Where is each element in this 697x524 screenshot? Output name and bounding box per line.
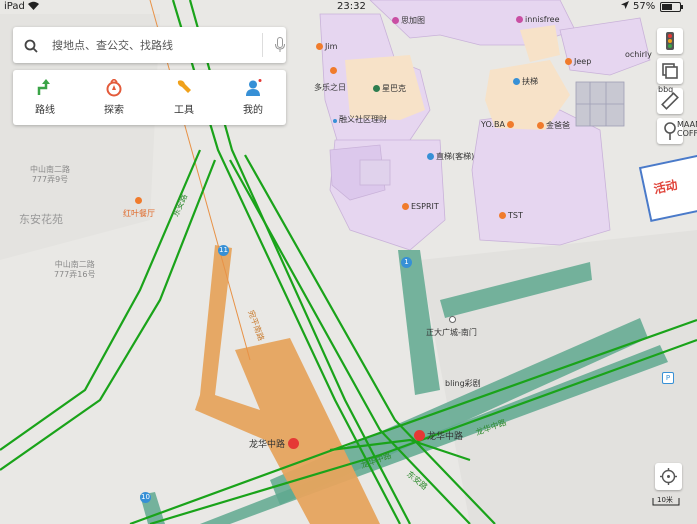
device-label: iPad bbox=[4, 1, 25, 12]
explore-button[interactable]: 探索 bbox=[84, 76, 144, 122]
restaurant-icon bbox=[135, 197, 142, 204]
poi-zhengda[interactable]: 正大广城-南门 bbox=[426, 327, 477, 338]
poi-bbq[interactable]: bbq bbox=[658, 85, 673, 94]
explore-icon bbox=[106, 79, 122, 97]
poi-ochirly[interactable]: ochirly bbox=[625, 50, 652, 59]
poi-jeep[interactable]: Jeep bbox=[565, 57, 591, 66]
metro-exit-11[interactable]: 11 bbox=[218, 245, 229, 256]
poi-jinyeye[interactable]: 金爸爸 bbox=[537, 120, 570, 131]
shop-icon bbox=[565, 58, 572, 65]
shop-icon bbox=[402, 203, 409, 210]
status-time: 23:32 bbox=[337, 1, 366, 12]
crosshair-icon bbox=[660, 468, 677, 485]
shop-icon bbox=[499, 212, 506, 219]
escalator-icon bbox=[513, 78, 520, 85]
shop-icon bbox=[516, 16, 523, 23]
station-longhua-1[interactable]: 龙华中路 bbox=[249, 437, 301, 450]
restaurant-icon bbox=[506, 121, 514, 128]
poi-escalator[interactable]: 扶梯 bbox=[513, 76, 538, 87]
poi-duole[interactable] bbox=[330, 66, 339, 75]
battery-percent: 57% bbox=[633, 1, 656, 12]
locate-me-button[interactable] bbox=[655, 463, 682, 490]
battery-icon bbox=[660, 2, 684, 15]
route-label: 路线 bbox=[35, 105, 55, 116]
poi-zhengda-marker[interactable] bbox=[449, 315, 458, 324]
place-dongan: 东安花苑 bbox=[19, 213, 63, 226]
route-icon bbox=[37, 79, 50, 95]
place-zhongshan-16: 中山南二路 777弄16号 bbox=[54, 260, 96, 279]
status-bar: iPad 23:32 57% bbox=[0, 0, 697, 14]
location-arrow-icon bbox=[621, 1, 629, 12]
metro-station-icon bbox=[288, 438, 300, 449]
poi-rongyi[interactable]: 融义社区理财 bbox=[333, 114, 387, 125]
poi-sijia[interactable]: 思加图 bbox=[392, 15, 425, 26]
traffic-light-icon bbox=[666, 32, 674, 50]
poi-maan[interactable]: MAANCOFF bbox=[677, 120, 697, 138]
search-divider bbox=[262, 33, 263, 57]
quick-actions-panel: 路线 探索 工具 我的 bbox=[13, 70, 286, 125]
wifi-icon bbox=[28, 1, 39, 13]
poi-innisfree[interactable]: innisfree bbox=[516, 15, 560, 24]
poi-hongye[interactable]: 红叶餐厅 bbox=[123, 208, 155, 219]
search-input[interactable]: 搜地点、查公交、找路线 bbox=[52, 37, 173, 53]
poi-tst[interactable]: TST bbox=[499, 211, 523, 220]
station-longhua-2[interactable]: 龙华中路 bbox=[414, 429, 463, 442]
coffee-icon bbox=[373, 85, 380, 92]
bank-icon bbox=[333, 119, 337, 123]
user-icon bbox=[246, 79, 262, 96]
activity-banner-text: 活动 bbox=[652, 177, 679, 197]
route-button[interactable]: 路线 bbox=[15, 76, 75, 122]
poi-elevator[interactable]: 直梯(客梯) bbox=[427, 151, 474, 162]
restaurant-icon bbox=[316, 43, 323, 50]
mine-button[interactable]: 我的 bbox=[223, 76, 283, 122]
entrance-icon bbox=[449, 316, 456, 323]
metro-exit-1[interactable]: 1 bbox=[401, 257, 412, 268]
restaurant-icon bbox=[537, 122, 544, 129]
poi-yoba[interactable]: YO.BA bbox=[481, 120, 516, 129]
scale-label: 10米 bbox=[657, 496, 673, 504]
search-bar[interactable]: 搜地点、查公交、找路线 bbox=[13, 27, 286, 63]
explore-label: 探索 bbox=[104, 105, 124, 116]
traffic-toggle-button[interactable] bbox=[657, 28, 683, 54]
restaurant-icon bbox=[330, 67, 337, 74]
poi-duole-label: 多乐之日 bbox=[314, 83, 346, 92]
place-zhongshan-9: 中山南二路 777弄9号 bbox=[30, 165, 70, 184]
parking-icon[interactable]: P bbox=[662, 372, 674, 384]
elevator-icon bbox=[427, 153, 434, 160]
wrench-icon bbox=[177, 80, 191, 93]
search-icon bbox=[24, 38, 38, 57]
tools-button[interactable]: 工具 bbox=[154, 76, 214, 122]
layers-button[interactable] bbox=[657, 58, 683, 84]
poi-starbucks[interactable]: 星巴克 bbox=[373, 83, 406, 94]
metro-station-icon bbox=[414, 430, 425, 441]
shop-icon bbox=[392, 17, 399, 24]
metro-exit-10[interactable]: 10 bbox=[140, 492, 151, 503]
poi-jim[interactable]: Jim bbox=[316, 42, 337, 51]
poi-esprit[interactable]: ESPRIT bbox=[402, 202, 439, 211]
layers-icon bbox=[662, 63, 678, 79]
poi-hongye-marker[interactable] bbox=[135, 196, 144, 205]
mine-label: 我的 bbox=[243, 105, 263, 116]
microphone-icon[interactable] bbox=[275, 37, 285, 57]
tools-label: 工具 bbox=[174, 105, 194, 116]
poi-bling[interactable]: bling彩剧 bbox=[445, 378, 481, 389]
